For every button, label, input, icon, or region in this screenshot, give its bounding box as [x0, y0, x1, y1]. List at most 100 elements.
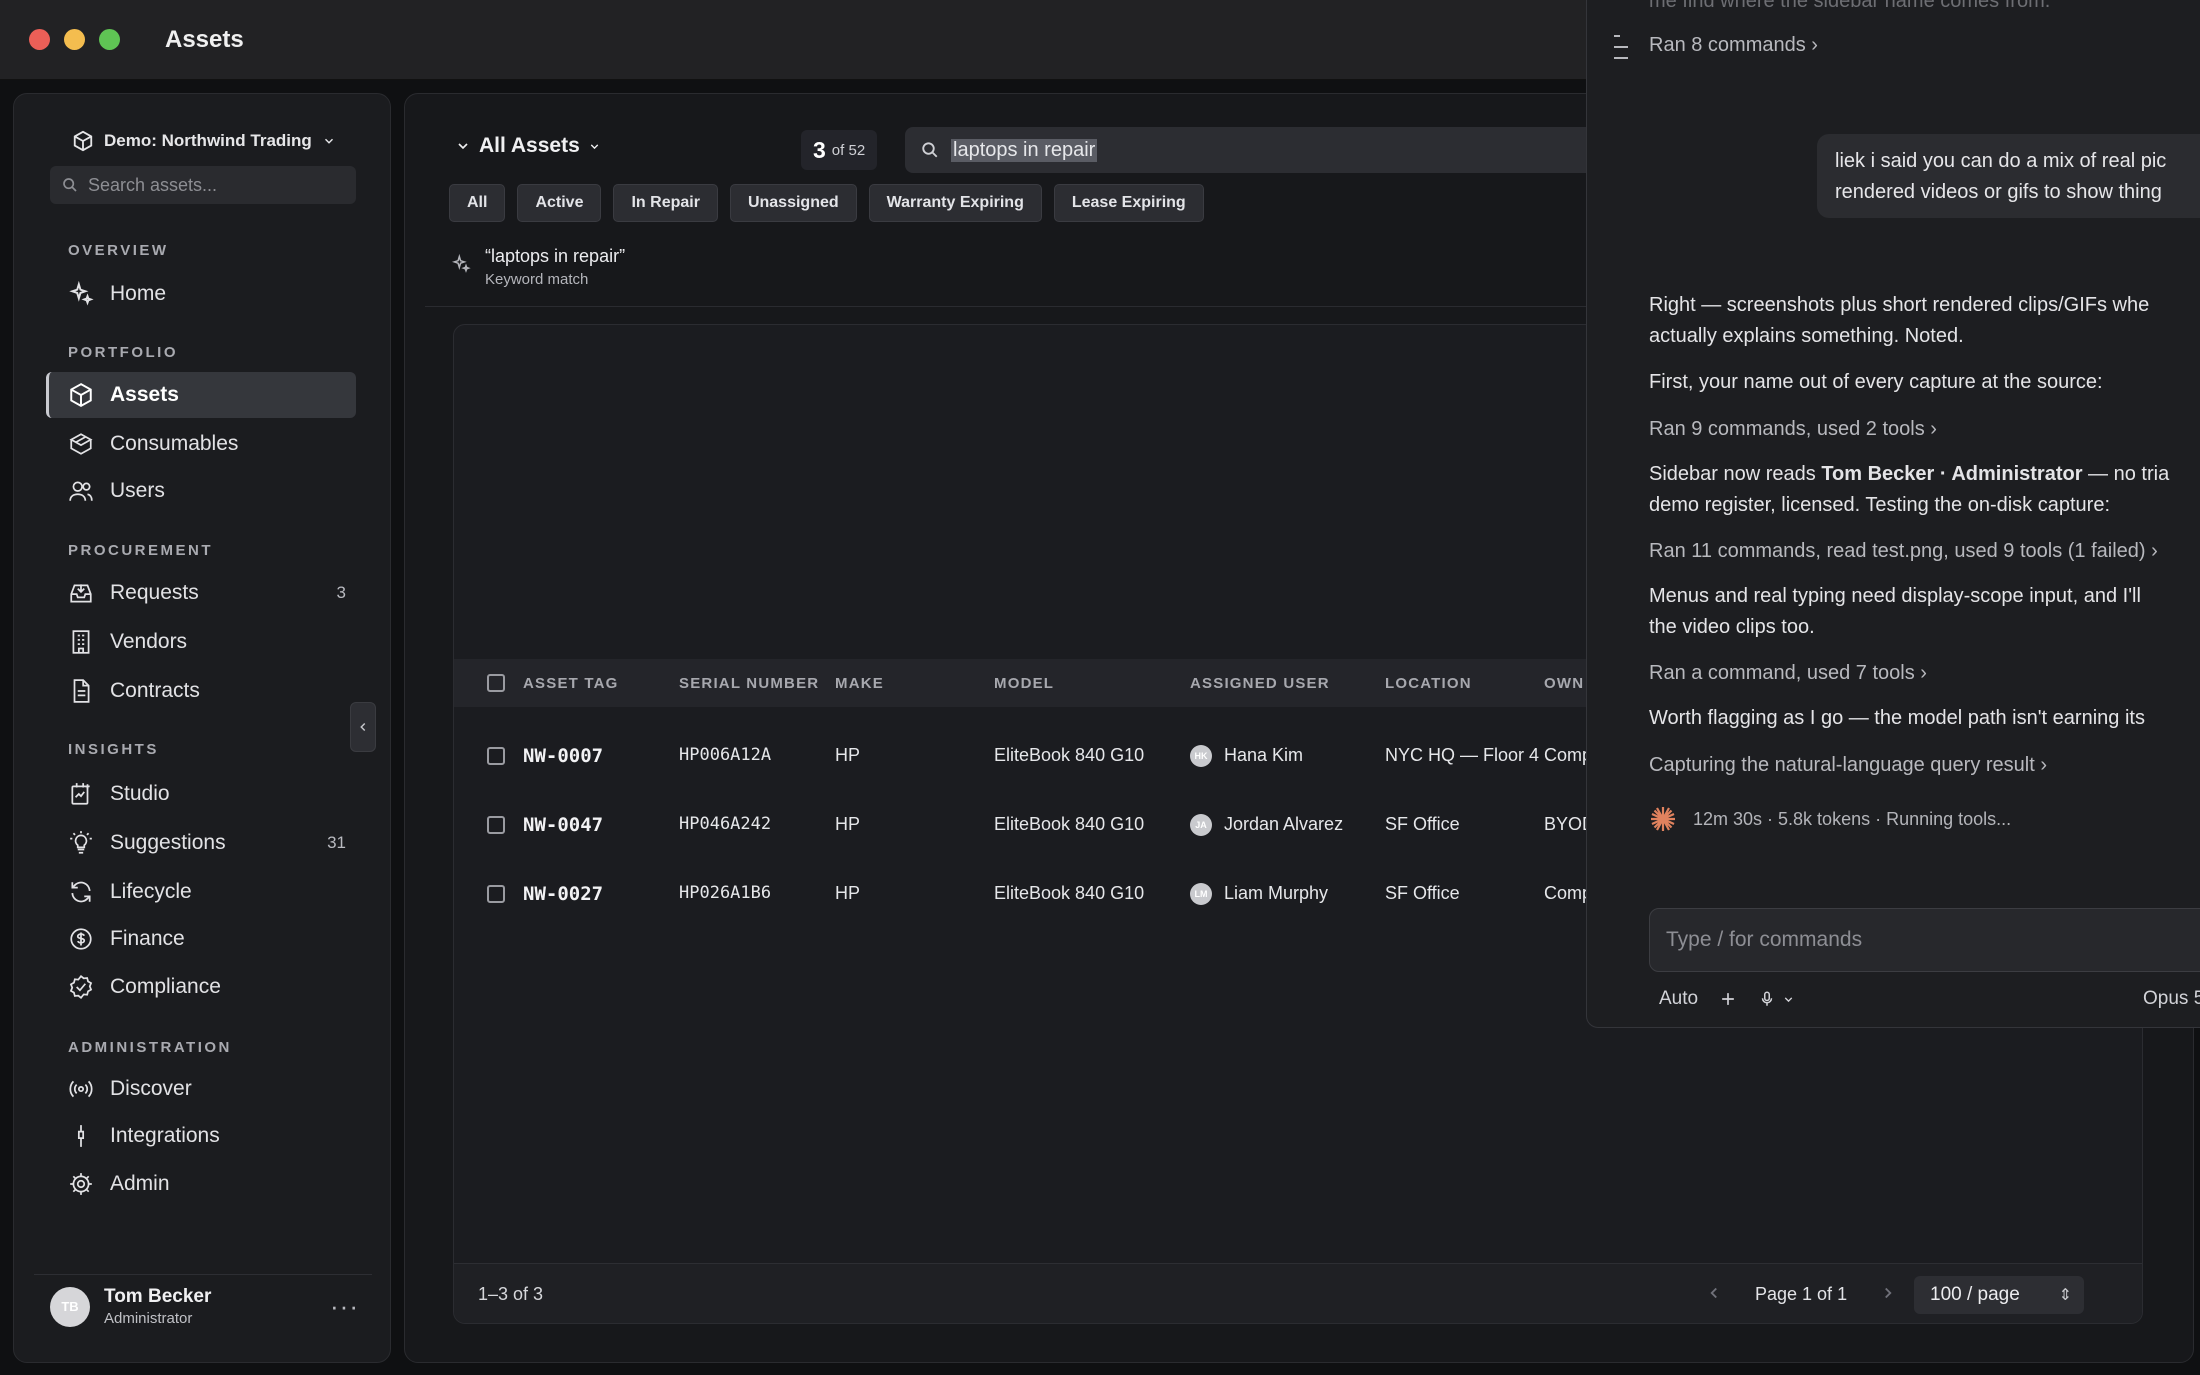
agent-status: 12m 30s · 5.8k tokens · Running tools...	[1649, 805, 2011, 833]
user-role: Administrator	[104, 1310, 193, 1327]
sidebar-item-vendors[interactable]: Vendors	[46, 619, 356, 665]
assigned-user: HK Hana Kim	[1190, 745, 1303, 768]
chevron-left-icon	[360, 722, 366, 732]
sidebar-item-discover[interactable]: Discover	[46, 1066, 356, 1112]
section-overview: OVERVIEW	[68, 242, 169, 259]
sidebar-item-lifecycle[interactable]: Lifecycle	[46, 869, 356, 915]
asset-tag[interactable]: NW-0047	[523, 814, 603, 836]
column-assigned-user[interactable]: ASSIGNED USER	[1190, 675, 1330, 692]
sidebar-item-users[interactable]: Users	[46, 468, 356, 514]
chip-warranty-expiring[interactable]: Warranty Expiring	[868, 184, 1042, 222]
mode-selector[interactable]: Auto	[1659, 988, 1698, 1010]
sidebar-item-label: Vendors	[110, 630, 188, 653]
make: HP	[835, 814, 861, 834]
chip-unassigned[interactable]: Unassigned	[729, 184, 857, 222]
minimize-window-button[interactable]	[64, 29, 85, 50]
model-selector[interactable]: Opus 5	[2143, 988, 2200, 1010]
column-location[interactable]: LOCATION	[1385, 675, 1472, 692]
result-count: 3 of 52	[801, 130, 878, 170]
dollar-circle-icon	[70, 928, 92, 950]
sidebar-item-studio[interactable]: Studio	[46, 771, 356, 817]
chat-input[interactable]: Type / for commands	[1649, 908, 2200, 972]
make: HP	[835, 745, 861, 765]
zoom-window-button[interactable]	[99, 29, 120, 50]
suggestions-count-badge: 31	[327, 833, 346, 852]
sidebar-item-label: Users	[110, 479, 165, 502]
serial-number: HP026A1B6	[679, 883, 772, 903]
chip-all[interactable]: All	[449, 184, 506, 222]
location: SF Office	[1385, 883, 1460, 903]
column-asset-tag[interactable]: ASSET TAG	[523, 675, 619, 692]
model: EliteBook 840 G10	[994, 883, 1145, 903]
column-model[interactable]: MODEL	[994, 675, 1054, 692]
tool-summary-5[interactable]: Capturing the natural-language query res…	[1649, 754, 2047, 777]
search-value: laptops in repair	[951, 138, 1098, 162]
close-window-button[interactable]	[29, 29, 50, 50]
user-message-line: liek i said you can do a mix of real pic	[1835, 150, 2167, 172]
view-label: All Assets	[479, 134, 580, 157]
column-serial-number[interactable]: SERIAL NUMBER	[679, 675, 819, 692]
row-checkbox[interactable]	[487, 885, 505, 903]
paragraph-line: actually explains something. Noted.	[1649, 325, 1964, 347]
select-all-checkbox[interactable]	[487, 674, 505, 692]
view-selector[interactable]: All Assets	[455, 134, 601, 158]
section-portfolio: PORTFOLIO	[68, 344, 178, 361]
previous-page-button[interactable]	[1705, 1280, 1723, 1308]
per-page-value: 100 / page	[1930, 1284, 2020, 1305]
chip-lease-expiring[interactable]: Lease Expiring	[1053, 184, 1204, 222]
tool-summary-1[interactable]: Ran 8 commands ›	[1649, 34, 1818, 57]
sidebar-item-consumables[interactable]: Consumables	[46, 421, 356, 467]
next-page-button[interactable]	[1879, 1280, 1897, 1308]
user-avatar: HK	[1190, 745, 1212, 768]
row-checkbox[interactable]	[487, 747, 505, 765]
assistant-chat-panel: me find where the sidebar name comes fro…	[1586, 0, 2200, 1028]
chip-active[interactable]: Active	[517, 184, 602, 222]
serial-number: HP046A242	[679, 814, 772, 834]
sidebar-item-finance[interactable]: Finance	[46, 916, 356, 962]
sidebar-item-assets[interactable]: Assets	[46, 372, 356, 418]
plus-icon[interactable]	[1718, 989, 1738, 1009]
column-owner[interactable]: OWN	[1544, 675, 1584, 692]
sidebar-search-input[interactable]: Search assets...	[50, 166, 356, 204]
sidebar-item-compliance[interactable]: Compliance	[46, 964, 356, 1010]
row-checkbox[interactable]	[487, 816, 505, 834]
sidebar-item-suggestions[interactable]: Suggestions 31	[46, 820, 356, 866]
chat-scrolled-text: me find where the sidebar name comes fro…	[1649, 0, 2051, 12]
section-procurement: PROCUREMENT	[68, 542, 214, 559]
owner: Comp	[1544, 745, 1593, 765]
tool-summary-2[interactable]: Ran 9 commands, used 2 tools ›	[1649, 418, 1937, 441]
asset-tag[interactable]: NW-0007	[523, 745, 603, 767]
user-name: Tom Becker	[104, 1286, 212, 1307]
column-make[interactable]: MAKE	[835, 675, 884, 692]
user-profile[interactable]: TB Tom Becker Administrator	[50, 1286, 211, 1327]
chevron-down-icon	[590, 143, 598, 149]
plug-icon	[77, 1125, 85, 1147]
org-switcher[interactable]: Demo: Northwind Trading	[72, 130, 336, 152]
microphone-button[interactable]	[1758, 990, 1795, 1008]
query-text: “laptops in repair”	[485, 246, 626, 266]
studio-icon	[71, 783, 90, 805]
more-options-button[interactable]: ···	[330, 1291, 359, 1322]
assistant-paragraph: Worth flagging as I go — the model path …	[1649, 707, 2145, 729]
chip-in-repair[interactable]: In Repair	[613, 184, 718, 222]
sidebar-item-requests[interactable]: Requests 3	[46, 570, 356, 616]
sidebar-item-home[interactable]: Home	[46, 271, 356, 317]
collapse-sidebar-button[interactable]	[350, 702, 376, 752]
sidebar-item-contracts[interactable]: Contracts	[46, 668, 356, 714]
building-icon	[72, 630, 90, 654]
window-title: Assets	[165, 26, 244, 53]
sidebar-item-integrations[interactable]: Integrations	[46, 1113, 356, 1159]
per-page-select[interactable]: 100 / page ⇕	[1914, 1276, 2084, 1314]
paragraph-text: — no tria	[2082, 463, 2170, 485]
sidebar-item-admin[interactable]: Admin	[46, 1161, 356, 1207]
tool-summary-4[interactable]: Ran a command, used 7 tools ›	[1649, 662, 1927, 685]
lightbulb-icon	[70, 831, 92, 854]
result-count-total: of 52	[831, 141, 866, 159]
owner: Comp	[1544, 883, 1593, 903]
chevron-right-icon	[1885, 1287, 1892, 1299]
asset-tag[interactable]: NW-0027	[523, 883, 603, 905]
chevron-down-icon	[458, 143, 468, 150]
users-icon	[69, 481, 93, 501]
tool-summary-3[interactable]: Ran 11 commands, read test.png, used 9 t…	[1649, 540, 2158, 563]
sparkle-icon	[451, 254, 471, 273]
